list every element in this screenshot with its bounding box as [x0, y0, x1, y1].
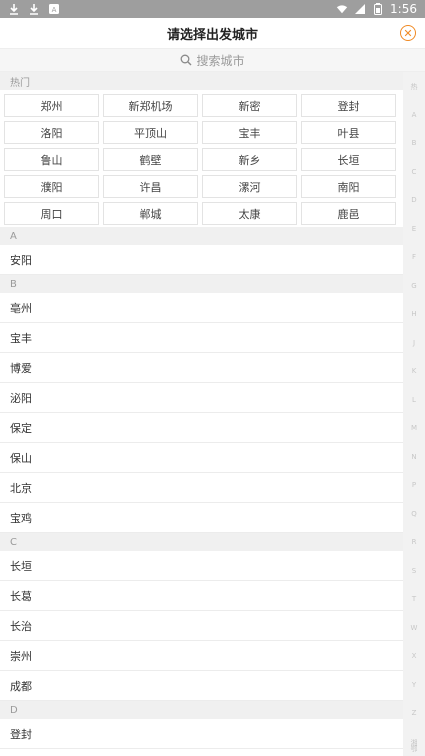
index-letter[interactable]: J — [403, 339, 425, 347]
search-bar[interactable]: 搜索城市 — [0, 48, 425, 72]
hot-cities-grid: 郑州 新郑机场 新密 登封 洛阳 平顶山 宝丰 叶县 鲁山 鹤壁 新乡 长垣 濮… — [4, 94, 399, 225]
city-row[interactable]: 北京 — [0, 473, 403, 503]
index-letter[interactable]: L — [403, 396, 425, 404]
index-letter[interactable]: A — [403, 111, 425, 119]
hot-city-tile[interactable]: 周口 — [4, 202, 99, 225]
hot-city-tile[interactable]: 平顶山 — [103, 121, 198, 144]
status-time: 1:56 — [390, 2, 417, 16]
city-row[interactable]: 长治 — [0, 611, 403, 641]
alphabet-index-bar[interactable]: 热 A B C D E F G H J K L M N P Q R S T W … — [403, 72, 425, 756]
hot-city-tile[interactable]: 叶县 — [301, 121, 396, 144]
index-letter[interactable]: S — [403, 567, 425, 575]
index-letter[interactable]: P — [403, 481, 425, 489]
index-letter[interactable]: T — [403, 595, 425, 603]
hot-city-tile[interactable]: 漯河 — [202, 175, 297, 198]
city-row[interactable]: 宝鸡 — [0, 503, 403, 533]
hot-city-tile[interactable]: 鹤壁 — [103, 148, 198, 171]
section-hot-header: 热门 — [0, 72, 403, 90]
index-letter[interactable]: K — [403, 367, 425, 375]
section-letter: A — [0, 227, 403, 245]
hot-city-tile[interactable]: 许昌 — [103, 175, 198, 198]
hot-city-tile[interactable]: 新郑机场 — [103, 94, 198, 117]
index-letter[interactable]: R — [403, 538, 425, 546]
download-icon — [8, 3, 20, 15]
page-title: 请选择出发城市 — [166, 27, 258, 43]
index-letter[interactable]: C — [403, 168, 425, 176]
index-letter[interactable]: B — [403, 139, 425, 147]
section-letter: B — [0, 275, 403, 293]
index-letter[interactable]: F — [403, 253, 425, 261]
app-notification-icon: A — [48, 3, 60, 15]
index-letter[interactable]: X — [403, 652, 425, 660]
index-letter[interactable]: M — [403, 424, 425, 432]
hot-city-tile[interactable]: 鹿邑 — [301, 202, 396, 225]
index-letter[interactable]: Y — [403, 681, 425, 689]
city-row[interactable]: 博爱 — [0, 353, 403, 383]
city-row[interactable]: 长垣 — [0, 551, 403, 581]
index-letter[interactable]: 鄂 — [403, 744, 425, 754]
signal-icon — [354, 3, 366, 15]
search-icon — [180, 54, 192, 66]
section-letter: C — [0, 533, 403, 551]
wifi-icon — [336, 3, 348, 15]
city-row[interactable]: 崇州 — [0, 641, 403, 671]
index-letter[interactable]: 热 — [403, 82, 425, 92]
hot-city-tile[interactable]: 宝丰 — [202, 121, 297, 144]
city-row[interactable]: 长葛 — [0, 581, 403, 611]
index-letter[interactable]: Z — [403, 709, 425, 717]
city-row[interactable]: 保定 — [0, 413, 403, 443]
close-button[interactable]: ✕ — [400, 25, 416, 41]
header: 请选择出发城市 ✕ — [0, 18, 425, 48]
index-letter[interactable]: N — [403, 453, 425, 461]
hot-city-tile[interactable]: 新乡 — [202, 148, 297, 171]
section-letter: D — [0, 701, 403, 719]
index-letter[interactable]: W — [403, 624, 425, 632]
screen: { "status": { "time": "1:56" }, "header"… — [0, 0, 425, 756]
battery-icon — [372, 3, 384, 15]
svg-text:A: A — [52, 6, 57, 14]
city-row[interactable]: 安阳 — [0, 245, 403, 275]
index-letter[interactable]: G — [403, 282, 425, 290]
hot-city-tile[interactable]: 南阳 — [301, 175, 396, 198]
hot-city-tile[interactable]: 太康 — [202, 202, 297, 225]
hot-city-tile[interactable]: 郸城 — [103, 202, 198, 225]
city-row[interactable]: 保山 — [0, 443, 403, 473]
status-bar: A 1:56 — [0, 0, 425, 18]
hot-city-tile[interactable]: 洛阳 — [4, 121, 99, 144]
hot-city-tile[interactable]: 登封 — [301, 94, 396, 117]
city-row[interactable]: 成都 — [0, 671, 403, 701]
close-icon: ✕ — [403, 26, 413, 40]
city-row[interactable]: 登封 — [0, 719, 403, 749]
index-letter[interactable]: H — [403, 310, 425, 318]
hot-city-tile[interactable]: 鲁山 — [4, 148, 99, 171]
city-row[interactable]: 亳州 — [0, 293, 403, 323]
hot-city-tile[interactable]: 郑州 — [4, 94, 99, 117]
index-letter[interactable]: E — [403, 225, 425, 233]
hot-cities-grid-wrap: 郑州 新郑机场 新密 登封 洛阳 平顶山 宝丰 叶县 鲁山 鹤壁 新乡 长垣 濮… — [0, 90, 403, 227]
hot-city-tile[interactable]: 长垣 — [301, 148, 396, 171]
city-list[interactable]: 热门 郑州 新郑机场 新密 登封 洛阳 平顶山 宝丰 叶县 鲁山 鹤壁 新乡 长… — [0, 72, 403, 756]
search-placeholder: 搜索城市 — [196, 53, 245, 68]
download-icon — [28, 3, 40, 15]
index-letter[interactable]: D — [403, 196, 425, 204]
hot-city-tile[interactable]: 新密 — [202, 94, 297, 117]
city-row[interactable]: 宝丰 — [0, 323, 403, 353]
hot-city-tile[interactable]: 濮阳 — [4, 175, 99, 198]
city-row[interactable]: 泌阳 — [0, 383, 403, 413]
index-letter[interactable]: Q — [403, 510, 425, 518]
